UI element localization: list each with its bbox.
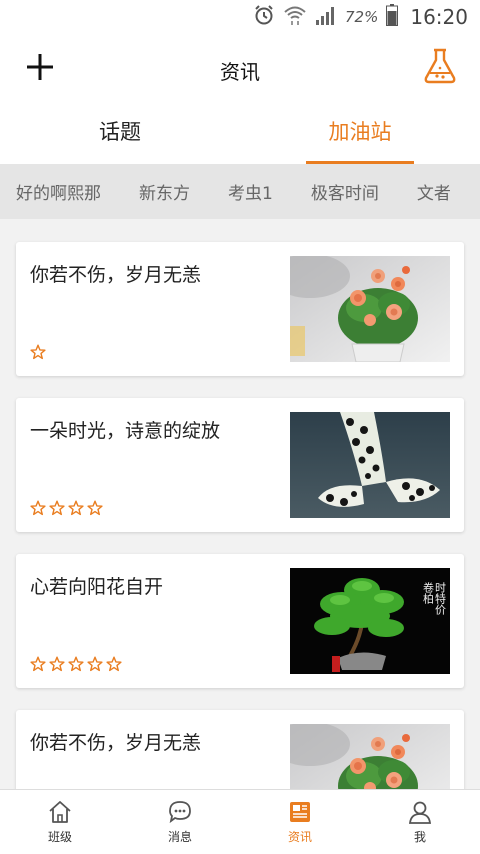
- spotted-fish-image: [290, 412, 450, 518]
- page-title: 资讯: [220, 60, 260, 84]
- nav-label: 消息: [167, 830, 192, 844]
- star-icon: [30, 344, 46, 360]
- house-icon: [47, 799, 73, 825]
- star-icon: [68, 500, 84, 516]
- person-icon: [407, 799, 433, 825]
- tab-gas-station[interactable]: 加油站: [240, 102, 480, 164]
- category-item[interactable]: 极客时间: [295, 179, 379, 204]
- battery-icon: [386, 3, 399, 31]
- star-icon: [87, 656, 103, 672]
- nav-label: 资讯: [287, 830, 312, 844]
- star-icon: [87, 500, 103, 516]
- alarm-clock-icon: [253, 4, 275, 31]
- category-item[interactable]: 新东方: [123, 179, 190, 204]
- nav-class[interactable]: 班级: [0, 790, 120, 854]
- star-icon: [49, 656, 65, 672]
- top-header: 资讯: [0, 34, 480, 102]
- nav-news[interactable]: 资讯: [240, 790, 360, 854]
- bottom-nav: 班级 消息 资讯 我: [0, 789, 480, 854]
- category-item[interactable]: 好的啊熙那: [0, 179, 101, 204]
- nav-me[interactable]: 我: [360, 790, 480, 854]
- rose-pot-image: [290, 256, 450, 362]
- news-card[interactable]: 你若不伤，岁月无恙: [16, 710, 464, 789]
- news-card[interactable]: 你若不伤，岁月无恙: [16, 242, 464, 376]
- battery-percent: 72%: [345, 8, 379, 26]
- star-icon: [30, 500, 46, 516]
- category-item[interactable]: 文者: [401, 179, 451, 204]
- star-rating: [30, 344, 46, 360]
- main-tabs: 话题 加油站: [0, 102, 480, 164]
- news-card[interactable]: 一朵时光，诗意的绽放: [16, 398, 464, 532]
- news-card[interactable]: 心若向阳花自开 时特价 卷柏: [16, 554, 464, 688]
- category-strip: 好的啊熙那 新东方 考虫1 极客时间 文者: [0, 164, 480, 219]
- signal-icon: [315, 5, 337, 30]
- star-icon: [49, 500, 65, 516]
- nav-label: 我: [413, 830, 426, 844]
- category-item[interactable]: 考虫1: [212, 179, 273, 204]
- card-title: 一朵时光，诗意的绽放: [30, 420, 221, 442]
- newspaper-icon: [287, 799, 313, 825]
- star-icon: [30, 656, 46, 672]
- nav-messages[interactable]: 消息: [120, 790, 240, 854]
- status-bar: 72% 16:20: [0, 0, 480, 34]
- card-title: 你若不伤，岁月无恙: [30, 264, 202, 286]
- news-feed: 你若不伤，岁月无恙 一朵时光，诗意的绽放 心若向阳花自开 时特价 卷柏 你若不伤…: [0, 219, 480, 789]
- bonsai-pine-image: 时特价 卷柏: [290, 568, 450, 674]
- add-icon[interactable]: [22, 49, 58, 85]
- tab-topics[interactable]: 话题: [0, 102, 240, 164]
- star-icon: [68, 656, 84, 672]
- chat-bubble-icon: [167, 799, 193, 825]
- card-title: 心若向阳花自开: [30, 576, 164, 598]
- wifi-icon: [283, 4, 307, 31]
- star-icon: [106, 656, 122, 672]
- star-rating: [30, 500, 103, 516]
- image-caption-2: 卷柏: [422, 581, 435, 604]
- rose-pot-image: [290, 724, 450, 789]
- star-rating: [30, 656, 122, 672]
- clock: 16:20: [410, 5, 468, 29]
- nav-label: 班级: [47, 830, 72, 844]
- card-title: 你若不伤，岁月无恙: [30, 732, 202, 754]
- image-caption: 时特价: [434, 582, 447, 615]
- flask-icon[interactable]: [420, 46, 460, 86]
